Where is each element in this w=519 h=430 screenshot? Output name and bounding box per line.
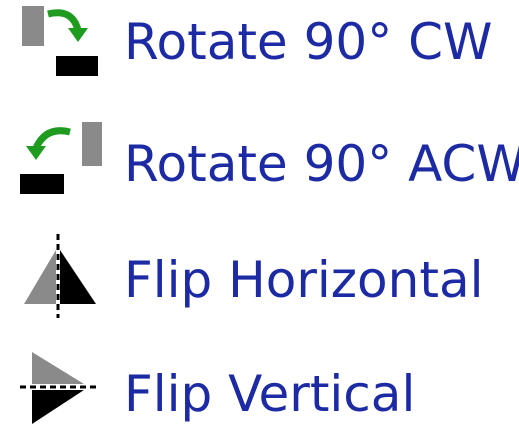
rotate-cw-icon bbox=[22, 6, 98, 76]
rotate-acw-icon bbox=[20, 122, 102, 194]
menu-item-label: Flip Horizontal bbox=[124, 251, 484, 309]
menu-item-flip-horizontal[interactable]: Flip Horizontal bbox=[0, 220, 519, 320]
menu-item-rotate-cw[interactable]: Rotate 90° CW bbox=[0, 0, 519, 100]
flip-vertical-icon bbox=[20, 352, 96, 424]
menu-item-flip-vertical[interactable]: Flip Vertical bbox=[0, 330, 519, 430]
menu-item-rotate-acw[interactable]: Rotate 90° ACW bbox=[0, 108, 519, 208]
menu-item-label: Flip Vertical bbox=[124, 365, 416, 423]
menu-item-label: Rotate 90° ACW bbox=[124, 135, 519, 193]
flip-horizontal-icon bbox=[24, 234, 96, 318]
menu-item-label: Rotate 90° CW bbox=[124, 13, 493, 71]
transform-menu: Rotate 90° CW Rotate 90° ACW Flip Horizo… bbox=[0, 0, 519, 430]
